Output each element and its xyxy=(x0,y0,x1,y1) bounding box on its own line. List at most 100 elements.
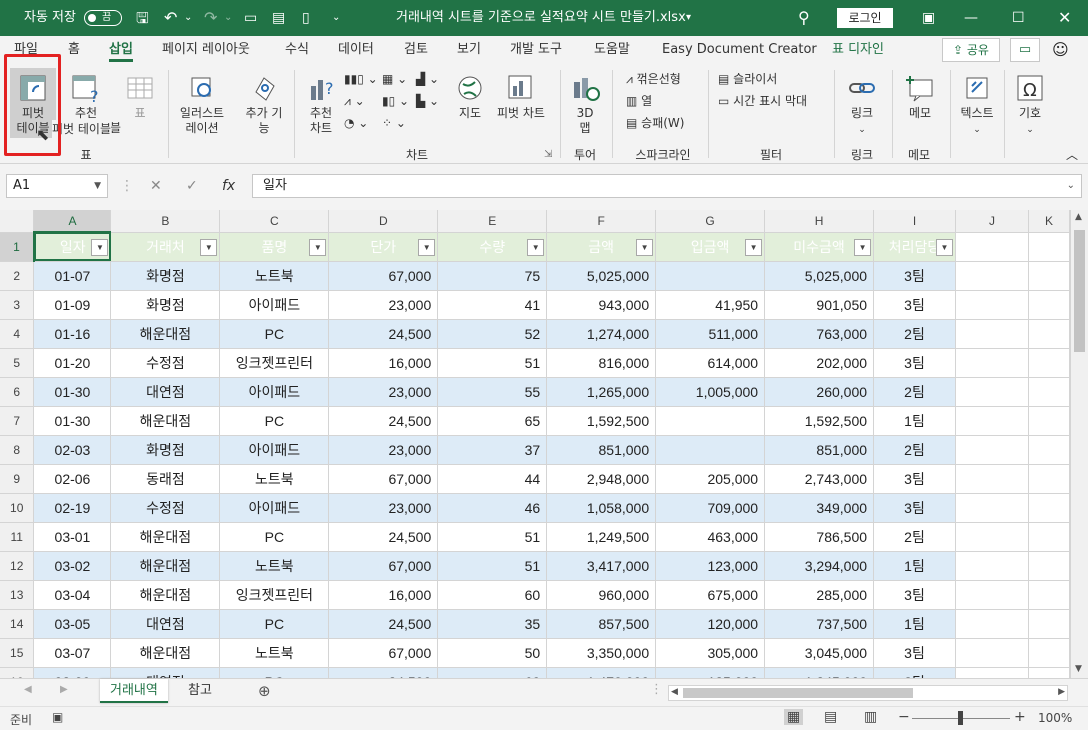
formula-input[interactable]: 일자 ⌄ xyxy=(252,174,1082,198)
tab-developer[interactable]: 개발 도구 xyxy=(510,36,562,64)
table-cell[interactable]: 해운대점 xyxy=(110,580,221,610)
table-cell[interactable]: 03-05 xyxy=(33,609,112,639)
add-sheet-icon[interactable]: ⊕ xyxy=(258,682,271,700)
zoom-slider-knob[interactable] xyxy=(958,711,963,725)
table-cell[interactable]: 노트북 xyxy=(219,464,330,494)
search-icon[interactable]: ⚲ xyxy=(798,0,810,36)
recommended-charts-button[interactable]: ? 추천 차트 xyxy=(302,72,340,136)
table-cell[interactable]: 해운대점 xyxy=(110,319,221,349)
empty-cell[interactable] xyxy=(1028,319,1070,349)
table-cell[interactable]: 3,350,000 xyxy=(546,638,657,668)
empty-cell[interactable] xyxy=(1028,261,1070,291)
table-cell[interactable]: 3,045,000 xyxy=(764,638,875,668)
sparkline-column-button[interactable]: ▥ 열 xyxy=(626,92,652,110)
empty-cell[interactable] xyxy=(955,435,1029,465)
empty-cell[interactable] xyxy=(1028,232,1070,262)
table-cell[interactable]: 01-07 xyxy=(33,261,112,291)
table-cell[interactable]: 1팀 xyxy=(873,551,956,581)
row-header[interactable]: 15 xyxy=(0,638,35,668)
table-cell[interactable]: 24,500 xyxy=(328,319,439,349)
timeline-button[interactable]: ▭ 시간 표시 막대 xyxy=(718,92,807,110)
zoom-out-icon[interactable]: − xyxy=(898,709,910,725)
table-cell[interactable]: 1팀 xyxy=(873,609,956,639)
insert-function-icon[interactable]: fx xyxy=(222,174,235,198)
table-cell[interactable] xyxy=(655,406,766,436)
table-cell[interactable]: 화명점 xyxy=(110,290,221,320)
maps-button[interactable]: 지도 xyxy=(452,72,488,121)
vertical-scrollbar[interactable]: ▲ ▼ xyxy=(1070,210,1088,678)
table-cell[interactable]: 03-02 xyxy=(33,551,112,581)
empty-cell[interactable] xyxy=(1028,551,1070,581)
filter-dropdown-icon[interactable]: ▼ xyxy=(636,238,654,256)
table-cell[interactable]: 02-19 xyxy=(33,493,112,523)
filter-dropdown-icon[interactable]: ▼ xyxy=(745,238,763,256)
table-cell[interactable]: 67,000 xyxy=(328,261,439,291)
empty-cell[interactable] xyxy=(1028,377,1070,407)
undo-dropdown-icon[interactable]: ⌄ xyxy=(184,0,192,36)
column-header[interactable]: D xyxy=(328,210,439,233)
text-button[interactable]: 텍스트 ⌄ xyxy=(954,72,1000,138)
table-cell[interactable] xyxy=(655,261,766,291)
table-cell[interactable]: 24,500 xyxy=(328,522,439,552)
row-header[interactable]: 8 xyxy=(0,435,35,465)
table-cell[interactable]: 해운대점 xyxy=(110,551,221,581)
customize-toolbar-icon[interactable]: ⌄ xyxy=(332,0,340,36)
row-header[interactable]: 12 xyxy=(0,551,35,581)
redo-dropdown-icon[interactable]: ⌄ xyxy=(224,0,232,36)
filter-dropdown-icon[interactable]: ▼ xyxy=(936,238,953,256)
table-cell[interactable]: 2팀 xyxy=(873,435,956,465)
table-cell[interactable]: 857,500 xyxy=(546,609,657,639)
table-cell[interactable]: 16,000 xyxy=(328,348,439,378)
sparkline-line-button[interactable]: ⩘ 꺾은선형 xyxy=(626,70,681,88)
tab-page-layout[interactable]: 페이지 레이아웃 xyxy=(162,36,250,64)
tab-table-design[interactable]: 표 디자인 xyxy=(832,36,884,64)
row-header[interactable]: 5 xyxy=(0,348,35,378)
empty-cell[interactable] xyxy=(1028,609,1070,639)
row-header[interactable]: 9 xyxy=(0,464,35,494)
table-cell[interactable]: 67,000 xyxy=(328,551,439,581)
tab-help[interactable]: 도움말 xyxy=(594,36,630,64)
empty-cell[interactable] xyxy=(955,319,1029,349)
table-cell[interactable]: 2,743,000 xyxy=(764,464,875,494)
table-cell[interactable]: 285,000 xyxy=(764,580,875,610)
table-cell[interactable]: 03-09 xyxy=(33,667,112,678)
table-cell[interactable]: 화명점 xyxy=(110,435,221,465)
table-cell[interactable]: 23,000 xyxy=(328,290,439,320)
table-header-cell[interactable]: 입금액 ▼ xyxy=(655,232,766,262)
table-cell[interactable]: 노트북 xyxy=(219,551,330,581)
calendar-icon[interactable]: ▭ xyxy=(244,0,257,36)
scroll-up-icon[interactable]: ▲ xyxy=(1075,212,1082,222)
table-header-cell[interactable]: 미수금액 ▼ xyxy=(764,232,875,262)
filter-dropdown-icon[interactable]: ▼ xyxy=(91,239,109,256)
table-cell[interactable]: 03-07 xyxy=(33,638,112,668)
column-chart-icon[interactable]: ▮▮▯ ⌄ xyxy=(344,70,378,88)
table-cell[interactable]: 1,345,000 xyxy=(764,667,875,678)
table-cell[interactable]: 대연점 xyxy=(110,609,221,639)
title-dropdown-icon[interactable]: ▾ xyxy=(686,0,691,36)
column-header[interactable]: F xyxy=(546,210,657,233)
table-cell[interactable]: 5,025,000 xyxy=(764,261,875,291)
table-cell[interactable]: 1,249,500 xyxy=(546,522,657,552)
sheet-tab-transactions[interactable]: 거래내역 xyxy=(100,679,168,703)
empty-cell[interactable] xyxy=(1028,348,1070,378)
combo-chart-icon[interactable]: ▙ ⌄ xyxy=(416,92,439,110)
table-cell[interactable]: 2팀 xyxy=(873,319,956,349)
empty-cell[interactable] xyxy=(1028,464,1070,494)
table-cell[interactable]: 3팀 xyxy=(873,290,956,320)
filter-dropdown-icon[interactable]: ▼ xyxy=(527,238,545,256)
table-cell[interactable]: 260,000 xyxy=(764,377,875,407)
name-box-dropdown-icon[interactable]: ▼ xyxy=(94,175,101,197)
sheet-tab-reference[interactable]: 참고 xyxy=(178,679,222,703)
table-cell[interactable]: 125,000 xyxy=(655,667,766,678)
table-cell[interactable]: 01-20 xyxy=(33,348,112,378)
tab-data[interactable]: 데이터 xyxy=(338,36,374,64)
table-cell[interactable]: 75 xyxy=(437,261,548,291)
table-cell[interactable]: 아이패드 xyxy=(219,290,330,320)
sheet-prev-icon[interactable]: ◀ xyxy=(24,684,32,695)
table-cell[interactable]: 5,025,000 xyxy=(546,261,657,291)
table-cell[interactable]: 463,000 xyxy=(655,522,766,552)
row-header[interactable]: 10 xyxy=(0,493,35,523)
empty-cell[interactable] xyxy=(1028,638,1070,668)
table-cell[interactable]: 52 xyxy=(437,319,548,349)
scroll-down-icon[interactable]: ▼ xyxy=(1075,664,1082,674)
